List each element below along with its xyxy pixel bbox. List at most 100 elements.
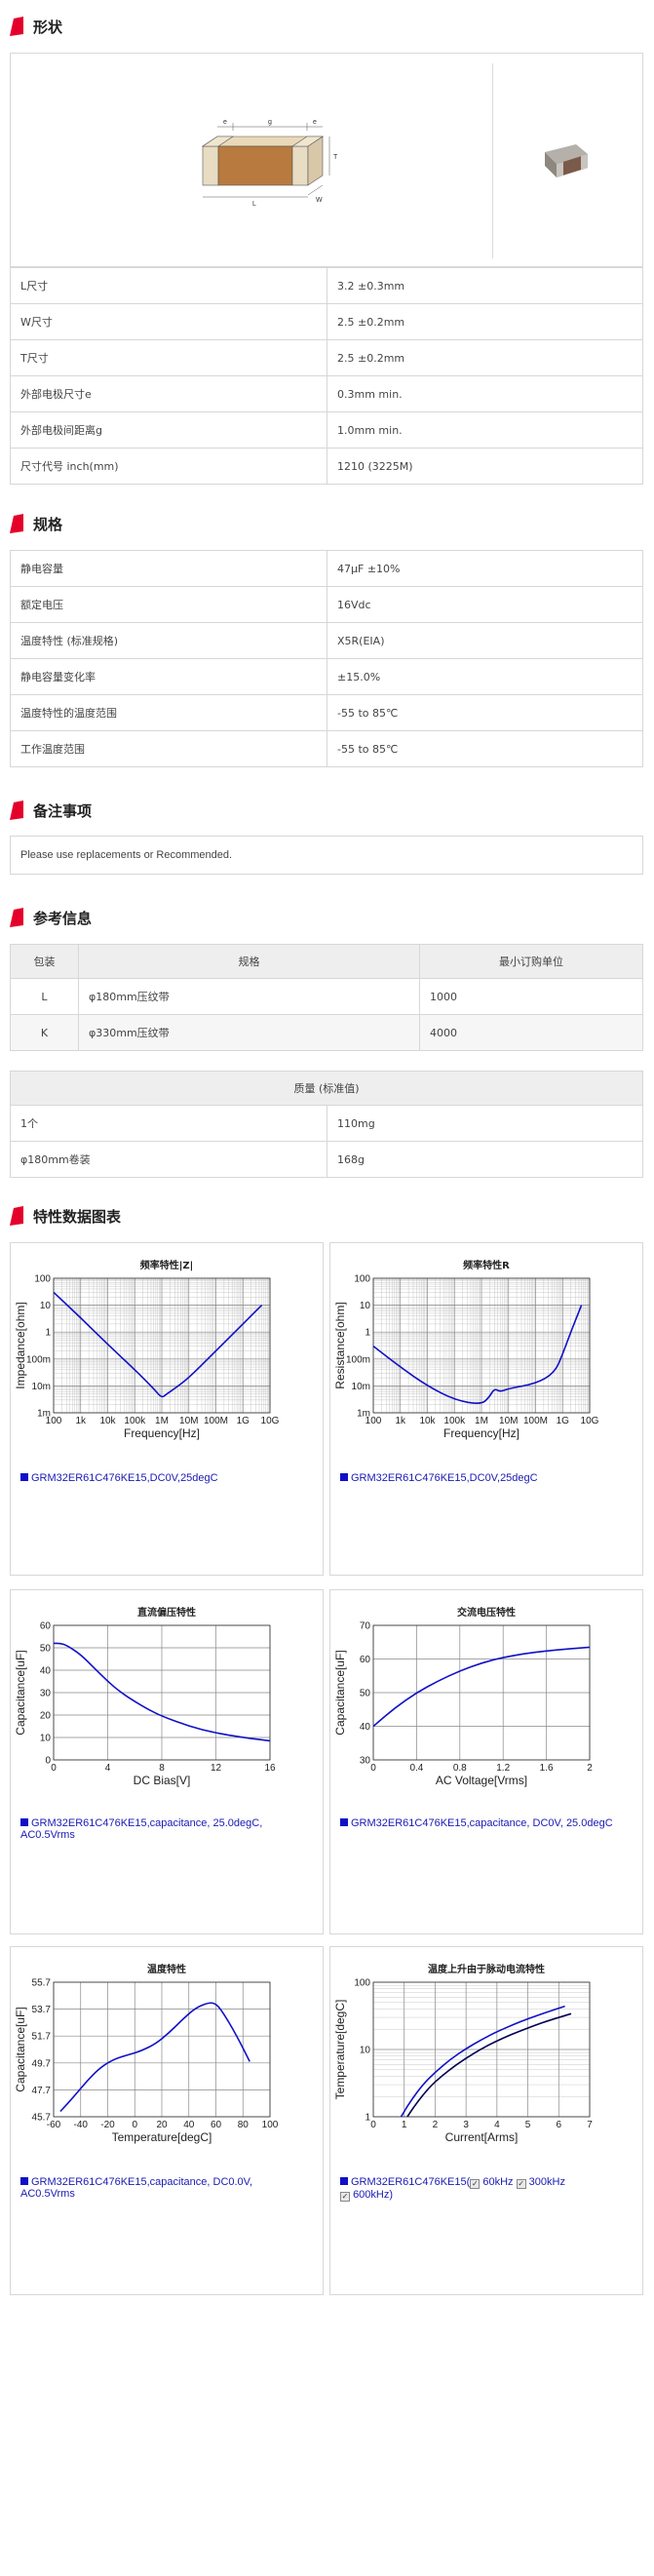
x-tick-label: 10M [499,1416,518,1426]
row-label: 温度特性的温度范围 [10,694,327,731]
shape-image-panel: e g e T L W [10,53,643,267]
mass-header: 质量 (标准值) [10,1071,643,1106]
mass-table: 质量 (标准值) 1个 110mg φ180mm卷装 168g [10,1071,643,1178]
legend-label: GRM32ER61C476KE15,capacitance, 25.0degC,… [20,1817,263,1841]
x-tick-label: 100k [124,1416,146,1426]
x-tick-label: 1G [237,1416,250,1426]
table-row: 温度特性的温度范围 -55 to 85℃ [10,694,643,731]
section-header-notes: 备注事项 [10,798,92,823]
y-tick-label: 100 [354,1274,370,1285]
section-marker-icon [10,800,23,820]
table-row: K φ330mm压纹带 4000 [10,1014,643,1051]
x-tick-label: 60 [211,2120,222,2130]
x-tick-label: 10G [581,1416,599,1426]
chart-legend[interactable]: GRM32ER61C476KE15,DC0V,25degC [340,1472,538,1484]
y-axis-label: Capacitance[uF] [333,1650,347,1735]
y-tick-label: 51.7 [32,2032,52,2043]
ripple-temperature-chart: 0 1 2 3 4 5 6 7100101Current[Arms]Temperature[d… [333,1978,593,2145]
y-tick-label: 10m [32,1382,51,1392]
package-code: K [10,1014,79,1051]
y-axis-label: Resistance[ohm] [333,1302,347,1388]
checkbox-600khz[interactable]: ✓ [340,2192,350,2202]
legend-marker [20,1473,28,1481]
legend-marker [340,1473,348,1481]
x-tick-label: -20 [100,2120,115,2130]
row-value: -55 to 85℃ [327,730,643,767]
row-label: 1个 [10,1105,327,1142]
column-header: 包装 [10,944,79,979]
table-row: 额定电压 16Vdc [10,586,643,623]
x-tick-label: 10G [261,1416,280,1426]
checkbox-300khz[interactable]: ✓ [516,2179,526,2189]
chart-card-ripple-temp: 温度上升由于脉动电流特性 0 1 2 3 4 5 6 7 100 10 1 Current[Arms]… [329,1946,643,2295]
chart-card-resistance: 频率特性R 100 1k 10k 100k 1M 10M 100M 1G 10G 100 10 1 10… [329,1242,643,1576]
x-tick-label: 1M [475,1416,488,1426]
row-value: X5R(EIA) [327,622,643,659]
x-tick-label: 1k [395,1416,406,1426]
section-marker-icon [10,17,23,36]
chart-legend[interactable]: GRM32ER61C476KE15,capacitance, DC0V, 25.… [340,1817,623,1829]
x-axis-label: DC Bias[V] [134,1774,191,1787]
y-tick-label: 0 [45,1756,51,1767]
packaging-table: 包装 规格 最小订购单位 L φ180mm压纹带 1000 K φ330mm压纹… [10,944,643,1051]
capacitor-photo [545,144,588,177]
y-tick-label: 40 [40,1666,52,1677]
legend-marker [340,1818,348,1826]
y-tick-label: 47.7 [32,2086,52,2096]
legend-label: GRM32ER61C476KE15,capacitance, DC0.0V, A… [20,2176,253,2200]
legend-item-60khz: 60kHz [482,2176,514,2188]
package-spec: φ330mm压纹带 [78,1014,420,1051]
y-axis-label: Capacitance[uF] [14,1650,27,1735]
legend-label: GRM32ER61C476KE15,DC0V,25degC [31,1472,218,1484]
x-tick-label: 1G [557,1416,570,1426]
y-tick-label: 50 [360,1689,371,1699]
y-tick-label: 1m [37,1409,51,1420]
y-axis-label: Capacitance[uF] [14,2007,27,2091]
row-label: 外部电极间距离g [10,411,327,449]
x-tick-label: 6 [557,2120,562,2130]
resistance-chart: 100 1k 10k 100k 1M 10M 100M 1G 10G100101100m10m1… [333,1274,599,1441]
package-code: L [10,978,79,1015]
chart-legend[interactable]: GRM32ER61C476KE15,capacitance, 25.0degC,… [20,1817,274,1841]
table-header-row: 质量 (标准值) [10,1071,643,1106]
x-tick-label: 1.2 [496,1763,510,1774]
row-value: 16Vdc [327,586,643,623]
section-title-spec: 规格 [33,515,63,533]
chart-card-temperature: 温度特性 -60 -40 -20 0 20 40 60 80 100 45.7 47.7 49.7 51… [10,1946,324,2295]
table-row: L尺寸 3.2 ±0.3mm [10,267,643,304]
x-tick-label: 2 [433,2120,439,2130]
dim-label-e-right: e [313,119,317,126]
row-label: T尺寸 [10,339,327,376]
column-header: 最小订购单位 [419,944,643,979]
row-label: W尺寸 [10,303,327,340]
x-tick-label: 1.6 [540,1763,554,1774]
table-row: 静电容量变化率 ±15.0% [10,658,643,695]
x-tick-label: 20 [156,2120,168,2130]
dim-label-t: T [333,154,338,161]
chart-card-impedance: 频率特性|Z| 100 1k 10k 100k 1M 10M 100M 1G 10G 100 10 1… [10,1242,324,1576]
row-label: L尺寸 [10,267,327,304]
y-tick-label: 55.7 [32,1978,52,1989]
chart-legend[interactable]: GRM32ER61C476KE15,DC0V,25degC [20,1472,218,1484]
x-tick-label: 16 [264,1763,276,1774]
row-value: 2.5 ±0.2mm [327,339,643,376]
x-axis-label: Current[Arms] [445,2130,519,2144]
x-tick-label: 4 [494,2120,500,2130]
section-header-spec: 规格 [10,511,62,536]
x-tick-label: 80 [238,2120,250,2130]
section-title-shape: 形状 [33,18,63,36]
x-tick-label: 0 [132,2120,137,2130]
legend-label: GRM32ER61C476KE15,DC0V,25degC [351,1472,538,1484]
x-tick-label: -40 [74,2120,89,2130]
capacitor-dimension-diagram: e g e T L W [202,119,338,208]
y-tick-label: 10m [352,1382,370,1392]
checkbox-60khz[interactable]: ✓ [470,2179,481,2189]
y-tick-label: 10 [40,1734,52,1744]
x-tick-label: 8 [159,1763,165,1774]
chart-legend[interactable]: GRM32ER61C476KE15,capacitance, DC0.0V, A… [20,2176,274,2200]
table-row: W尺寸 2.5 ±0.2mm [10,303,643,340]
dc-bias-chart: 0 4 8 12 16 0 10 20 30 40 50 60 DC Bias[V] Capacitanc… [14,1621,276,1788]
impedance-chart: 100 1k 10k 100k 1M 10M 100M 1G 10G100101100m10m1… [14,1274,280,1441]
y-tick-label: 100m [26,1354,51,1365]
table-row: φ180mm卷装 168g [10,1141,643,1178]
